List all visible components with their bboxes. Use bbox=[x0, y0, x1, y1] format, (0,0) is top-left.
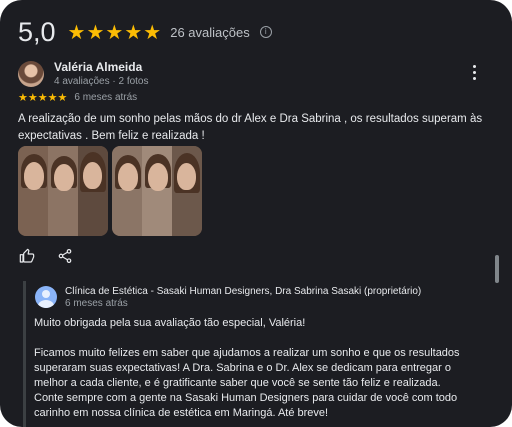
star-icon: ★ bbox=[67, 21, 86, 44]
reviewer-avatar[interactable] bbox=[18, 60, 44, 87]
owner-avatar[interactable] bbox=[35, 286, 57, 308]
review-date: 6 meses atrás bbox=[74, 92, 138, 103]
scrollbar-thumb[interactable] bbox=[495, 255, 499, 283]
summary-stars: ★ ★ ★ ★ ★ bbox=[68, 20, 163, 45]
star-icon: ★ bbox=[27, 92, 38, 104]
owner-reply: Clínica de Estética - Sasaki Human Desig… bbox=[23, 281, 496, 427]
review-count[interactable]: 26 avaliações bbox=[170, 25, 250, 40]
star-icon: ★ bbox=[143, 21, 162, 44]
reviews-panel: 5,0 ★ ★ ★ ★ ★ 26 avaliações i Valéria Al… bbox=[0, 0, 512, 427]
star-icon: ★ bbox=[57, 92, 68, 104]
star-icon: ★ bbox=[18, 92, 28, 104]
reply-text: Muito obrigada pela sua avaliação tão es… bbox=[34, 316, 464, 421]
star-icon: ★ bbox=[47, 92, 58, 104]
star-icon: ★ bbox=[37, 92, 48, 104]
review-photo[interactable] bbox=[112, 146, 202, 236]
average-rating: 5,0 bbox=[18, 16, 56, 47]
review-stars: ★ ★ ★ ★ ★ 6 meses atrás bbox=[18, 91, 137, 104]
owner-name: Clínica de Estética - Sasaki Human Desig… bbox=[65, 286, 422, 297]
reply-paragraph: Ficamos muito felizes em saber que ajuda… bbox=[34, 347, 460, 419]
review-photo[interactable] bbox=[18, 146, 108, 236]
share-icon[interactable] bbox=[56, 248, 74, 264]
reviewer-name[interactable]: Valéria Almeida bbox=[54, 60, 149, 74]
more-vert-icon[interactable] bbox=[470, 65, 480, 81]
info-icon[interactable]: i bbox=[259, 26, 272, 38]
reply-paragraph: Muito obrigada pela sua avaliação tão es… bbox=[34, 317, 306, 329]
reply-date: 6 meses atrás bbox=[65, 298, 128, 309]
star-icon: ★ bbox=[124, 21, 143, 44]
thumb-up-icon[interactable] bbox=[18, 248, 36, 264]
reviewer-meta: 4 avaliações · 2 fotos bbox=[54, 76, 149, 87]
rating-summary: 5,0 ★ ★ ★ ★ ★ 26 avaliações i bbox=[18, 14, 272, 50]
star-icon: ★ bbox=[86, 21, 105, 44]
review-text: A realização de um sonho pelas mãos do d… bbox=[18, 113, 483, 142]
review-actions bbox=[18, 248, 94, 264]
star-icon: ★ bbox=[105, 21, 124, 44]
reviewer-header: Valéria Almeida 4 avaliações · 2 fotos bbox=[18, 60, 149, 87]
